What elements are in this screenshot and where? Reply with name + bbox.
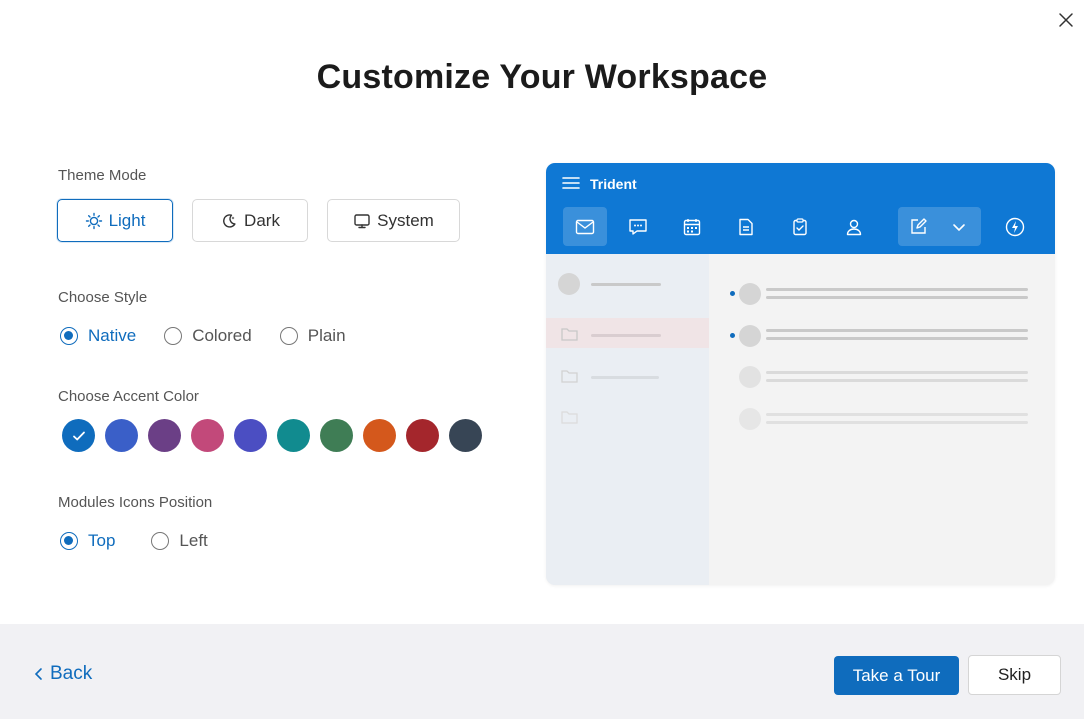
preview-avatar	[558, 273, 580, 295]
theme-mode-group: Light Dark System	[57, 199, 460, 242]
accent-swatch[interactable]	[363, 419, 396, 452]
preview-avatar	[739, 408, 761, 430]
accent-color-swatches	[62, 419, 482, 452]
style-native-radio[interactable]	[60, 327, 78, 345]
theme-system-button[interactable]: System	[327, 199, 460, 242]
preview-placeholder-line	[766, 413, 1028, 416]
preview-placeholder-line	[766, 421, 1028, 424]
position-left-option[interactable]: Left	[151, 531, 208, 551]
theme-light-label: Light	[108, 210, 146, 230]
preview-calendar-module	[670, 207, 714, 246]
position-top-option[interactable]: Top	[60, 531, 115, 551]
preview-header: Trident	[546, 163, 1055, 254]
accent-swatch[interactable]	[277, 419, 310, 452]
style-plain-option[interactable]: Plain	[279, 326, 346, 346]
accent-swatch[interactable]	[234, 419, 267, 452]
style-plain-radio[interactable]	[279, 327, 298, 345]
accent-color-label: Choose Accent Color	[58, 388, 199, 405]
position-left-label: Left	[179, 531, 208, 550]
back-label: Back	[50, 663, 93, 684]
accent-swatch-selected[interactable]	[62, 419, 95, 452]
preview-avatar	[739, 283, 761, 305]
contacts-icon	[846, 219, 862, 235]
mail-icon	[575, 219, 595, 234]
close-icon	[1059, 13, 1073, 27]
preview-quick-action	[993, 207, 1037, 246]
preview-placeholder-line	[766, 288, 1028, 291]
position-top-label: Top	[88, 531, 116, 550]
skip-button[interactable]: Skip	[968, 655, 1061, 695]
theme-system-label: System	[377, 210, 434, 230]
accent-swatch[interactable]	[320, 419, 353, 452]
close-button[interactable]	[1054, 8, 1078, 32]
position-left-radio[interactable]	[151, 532, 170, 550]
folder-icon	[561, 370, 578, 383]
style-plain-label: Plain	[307, 326, 346, 345]
preview-placeholder-line	[591, 283, 661, 286]
position-top-radio[interactable]	[60, 532, 78, 550]
preview-placeholder-line	[766, 371, 1028, 374]
folder-icon	[561, 328, 578, 341]
theme-light-button[interactable]: Light	[57, 199, 173, 242]
checkmark-icon	[72, 431, 85, 440]
style-native-option[interactable]: Native	[60, 326, 136, 346]
accent-swatch[interactable]	[148, 419, 181, 452]
preview-placeholder-line	[766, 329, 1028, 332]
preview-app-name: Trident	[590, 176, 637, 192]
theme-dark-button[interactable]: Dark	[192, 199, 308, 242]
calendar-icon	[683, 218, 701, 235]
chevron-down-icon	[953, 223, 965, 231]
style-radio-group: Native Colored Plain	[60, 326, 346, 346]
take-a-tour-button[interactable]: Take a Tour	[834, 656, 959, 695]
notes-icon	[739, 218, 753, 235]
preview-unread-dot	[730, 291, 735, 296]
style-colored-option[interactable]: Colored	[164, 326, 252, 346]
preview-placeholder-line	[766, 337, 1028, 340]
style-label: Choose Style	[58, 289, 148, 306]
folder-icon	[561, 411, 578, 424]
accent-swatch[interactable]	[191, 419, 224, 452]
preview-mail-module	[563, 207, 607, 246]
theme-mode-label: Theme Mode	[58, 167, 147, 184]
preview-placeholder-line	[766, 296, 1028, 299]
chevron-left-icon	[34, 668, 42, 680]
preview-unread-dot	[730, 333, 735, 338]
workspace-preview: Trident	[546, 163, 1055, 585]
accent-swatch[interactable]	[105, 419, 138, 452]
style-colored-label: Colored	[192, 326, 252, 345]
preview-contacts-module	[832, 207, 876, 246]
theme-dark-label: Dark	[244, 210, 280, 230]
moon-icon	[223, 213, 236, 228]
preview-compose-dropdown	[937, 207, 981, 246]
preview-avatar	[739, 366, 761, 388]
compose-icon	[911, 217, 927, 234]
page-title: Customize Your Workspace	[316, 58, 768, 96]
preview-placeholder-line	[591, 376, 659, 379]
preview-chat-module	[616, 207, 660, 246]
monitor-icon	[354, 213, 370, 228]
preview-compose-button	[896, 207, 940, 246]
preview-notes-module	[724, 207, 768, 246]
preview-placeholder-line	[591, 334, 661, 337]
style-colored-radio[interactable]	[164, 327, 183, 345]
hamburger-menu-icon	[562, 177, 580, 189]
icons-position-radio-group: Top Left	[60, 531, 208, 551]
accent-swatch[interactable]	[449, 419, 482, 452]
style-native-label: Native	[88, 326, 137, 345]
lightning-icon	[1005, 217, 1025, 236]
preview-tasks-module	[778, 207, 822, 246]
back-button[interactable]: Back	[34, 663, 92, 685]
chat-icon	[629, 218, 647, 235]
tasks-icon	[793, 217, 807, 235]
accent-swatch[interactable]	[406, 419, 439, 452]
preview-avatar	[739, 325, 761, 347]
sun-icon	[85, 212, 102, 229]
icons-position-label: Modules Icons Position	[58, 494, 213, 511]
preview-placeholder-line	[766, 379, 1028, 382]
preview-sidebar	[546, 254, 709, 585]
